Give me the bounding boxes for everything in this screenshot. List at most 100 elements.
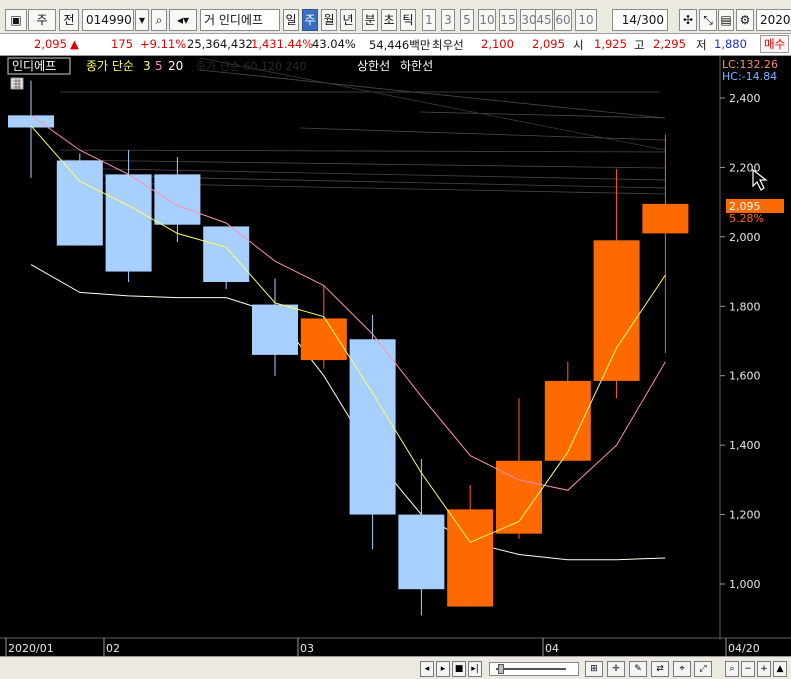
legend-ma5: 5 [155,59,163,73]
save-icon[interactable]: ▤ [718,9,734,31]
speaker-icon[interactable]: ◂▾ [169,9,197,31]
candle-body[interactable] [642,203,689,234]
last-pct-label: 5.28% [729,212,764,225]
zoom-slider-track [496,668,566,670]
minute-option-1[interactable]: 1 [422,9,436,31]
buy-button[interactable]: 매수 [760,35,790,53]
up-arrow-icon: ▲ [70,37,79,51]
period-year-button[interactable]: 년 [340,9,356,31]
candle-body[interactable] [544,380,591,461]
crosshair-icon[interactable]: ✣ [679,9,697,31]
high-label: 고 [634,38,645,52]
tick-value-select[interactable]: 10 [575,9,597,31]
trade-amount: 54,446백만 [369,38,431,52]
prev-button[interactable]: 전 [59,9,79,31]
draw-tool-icon[interactable]: ✎ [629,661,647,677]
y-tick-label: 1,200 [729,509,761,522]
legend-ma20: 20 [168,59,183,73]
zoom-slider-handle[interactable] [498,664,504,674]
scroll-end-button[interactable]: ▸| [468,661,482,677]
count-current: 14 [621,13,638,27]
minute-option-15[interactable]: 15 [499,9,517,31]
candle-body[interactable] [300,318,347,361]
candle-body[interactable] [154,174,201,225]
period-week-button[interactable]: 주 [302,9,318,31]
count-total: /300 [637,13,664,27]
stop-button[interactable]: ■ [452,661,466,677]
gear-icon[interactable]: ⚙ [736,9,754,31]
code-dropdown-icon[interactable]: ▾ [135,9,149,31]
low-value: 1,880 [714,37,747,51]
candle-body[interactable] [105,174,152,272]
bottom-nav: ◂ ▸ ■ ▸| ⊞ ✛ ✎ ⇄ ⌖ ⤢ ⌕ − + ▲ [0,656,791,679]
legend-stock-name: 인디에프 [12,59,56,73]
compare-icon[interactable]: ⤡ [699,9,717,31]
zoom-slider[interactable] [489,662,579,676]
zoom-icon[interactable]: ⌕ [725,661,739,677]
best-ask-1: 2,100 [481,37,514,51]
volume: 25,364,432 [187,37,253,51]
candle-body[interactable] [398,514,445,590]
ruler-icon[interactable]: ⇄ [651,661,669,677]
stock-name-field[interactable]: 거 인디에프 [200,9,280,31]
y-tick-label: 1,400 [729,439,761,452]
price-chart[interactable]: 2,4002,2002,0001,8001,6001,4001,2001,000… [0,56,791,660]
open-value: 1,925 [594,37,627,51]
legend-upper-limit: 상한선 [357,59,390,73]
y-tick-label: 1,600 [729,370,761,383]
scroll-up-button[interactable]: ▲ [773,661,787,677]
best-ask-label: 최우선 [432,38,464,52]
candle-body[interactable] [56,160,103,246]
low-label: 저 [696,38,707,52]
zoom-out-button[interactable]: − [741,661,755,677]
minute-option-5[interactable]: 5 [460,9,474,31]
stock-code-input[interactable]: 014990 [82,9,134,31]
count-input[interactable]: 14/300 [612,9,668,31]
x-tick-label: 04 [545,642,559,655]
best-ask-2: 2,095 [532,37,565,51]
zoom-in-button[interactable]: + [757,661,771,677]
minute-option-45[interactable]: 45 [535,9,553,31]
candle-body[interactable] [203,226,250,282]
period-minute-button[interactable]: 분 [362,9,378,31]
expand-icon[interactable]: ⤢ [694,661,712,677]
quote-bar: 2,095 ▲ 175 +9.11% 25,364,432 1,431.44% … [0,34,791,56]
period-tick-button[interactable]: 틱 [400,9,416,31]
link-icon[interactable]: ⌖ [673,661,691,677]
crosshair-toggle-icon[interactable]: ✛ [607,661,625,677]
legend-lower-limit: 하한선 [400,59,433,73]
x-tick-label: 2020/01 [8,642,54,655]
period-day-button[interactable]: 일 [283,9,299,31]
resistance-line [419,111,666,119]
minute-option-10[interactable]: 10 [478,9,496,31]
search-icon[interactable]: ⌕ [151,9,167,31]
chart-area[interactable]: 2,400 2,200 2,000 1,800 1,600 1,400 1,200 1,000… [0,56,791,660]
y-tick-label: 1,000 [729,578,761,591]
period-type-select[interactable]: 주 [28,9,56,31]
reset-zoom-icon[interactable]: ⊞ [585,661,603,677]
current-price: 2,095 [34,37,67,51]
minute-option-3[interactable]: 3 [441,9,455,31]
chart-menu-icon[interactable]: ▣ [5,9,27,31]
time-axis: 2020/01 02 03 04 04/20 [5,638,760,656]
candle-body[interactable] [447,509,494,607]
play-button[interactable]: ▸ [436,661,450,677]
candle-body[interactable] [593,240,640,381]
date-input[interactable]: 2020/ [756,9,791,31]
minute-option-60[interactable]: 60 [554,9,572,31]
x-tick-label: 03 [300,642,314,655]
scroll-left-button[interactable]: ◂ [420,661,434,677]
resistance-line [59,159,666,169]
price-axis: 2,4002,2002,0001,8001,6001,4001,2001,000 [720,92,761,591]
price-change: 175 [111,37,133,51]
period-month-button[interactable]: 월 [321,9,337,31]
y-tick-label: 1,800 [729,300,761,313]
x-tick-label: 04/20 [728,642,760,655]
candle-body[interactable] [8,115,54,128]
candle-body[interactable] [252,304,298,355]
hc-label: HC:-14.84 [722,70,777,83]
high-value: 2,295 [653,37,686,51]
candle-body[interactable] [349,339,396,515]
period-second-button[interactable]: 초 [381,9,397,31]
price-change-pct: +9.11% [140,37,187,51]
